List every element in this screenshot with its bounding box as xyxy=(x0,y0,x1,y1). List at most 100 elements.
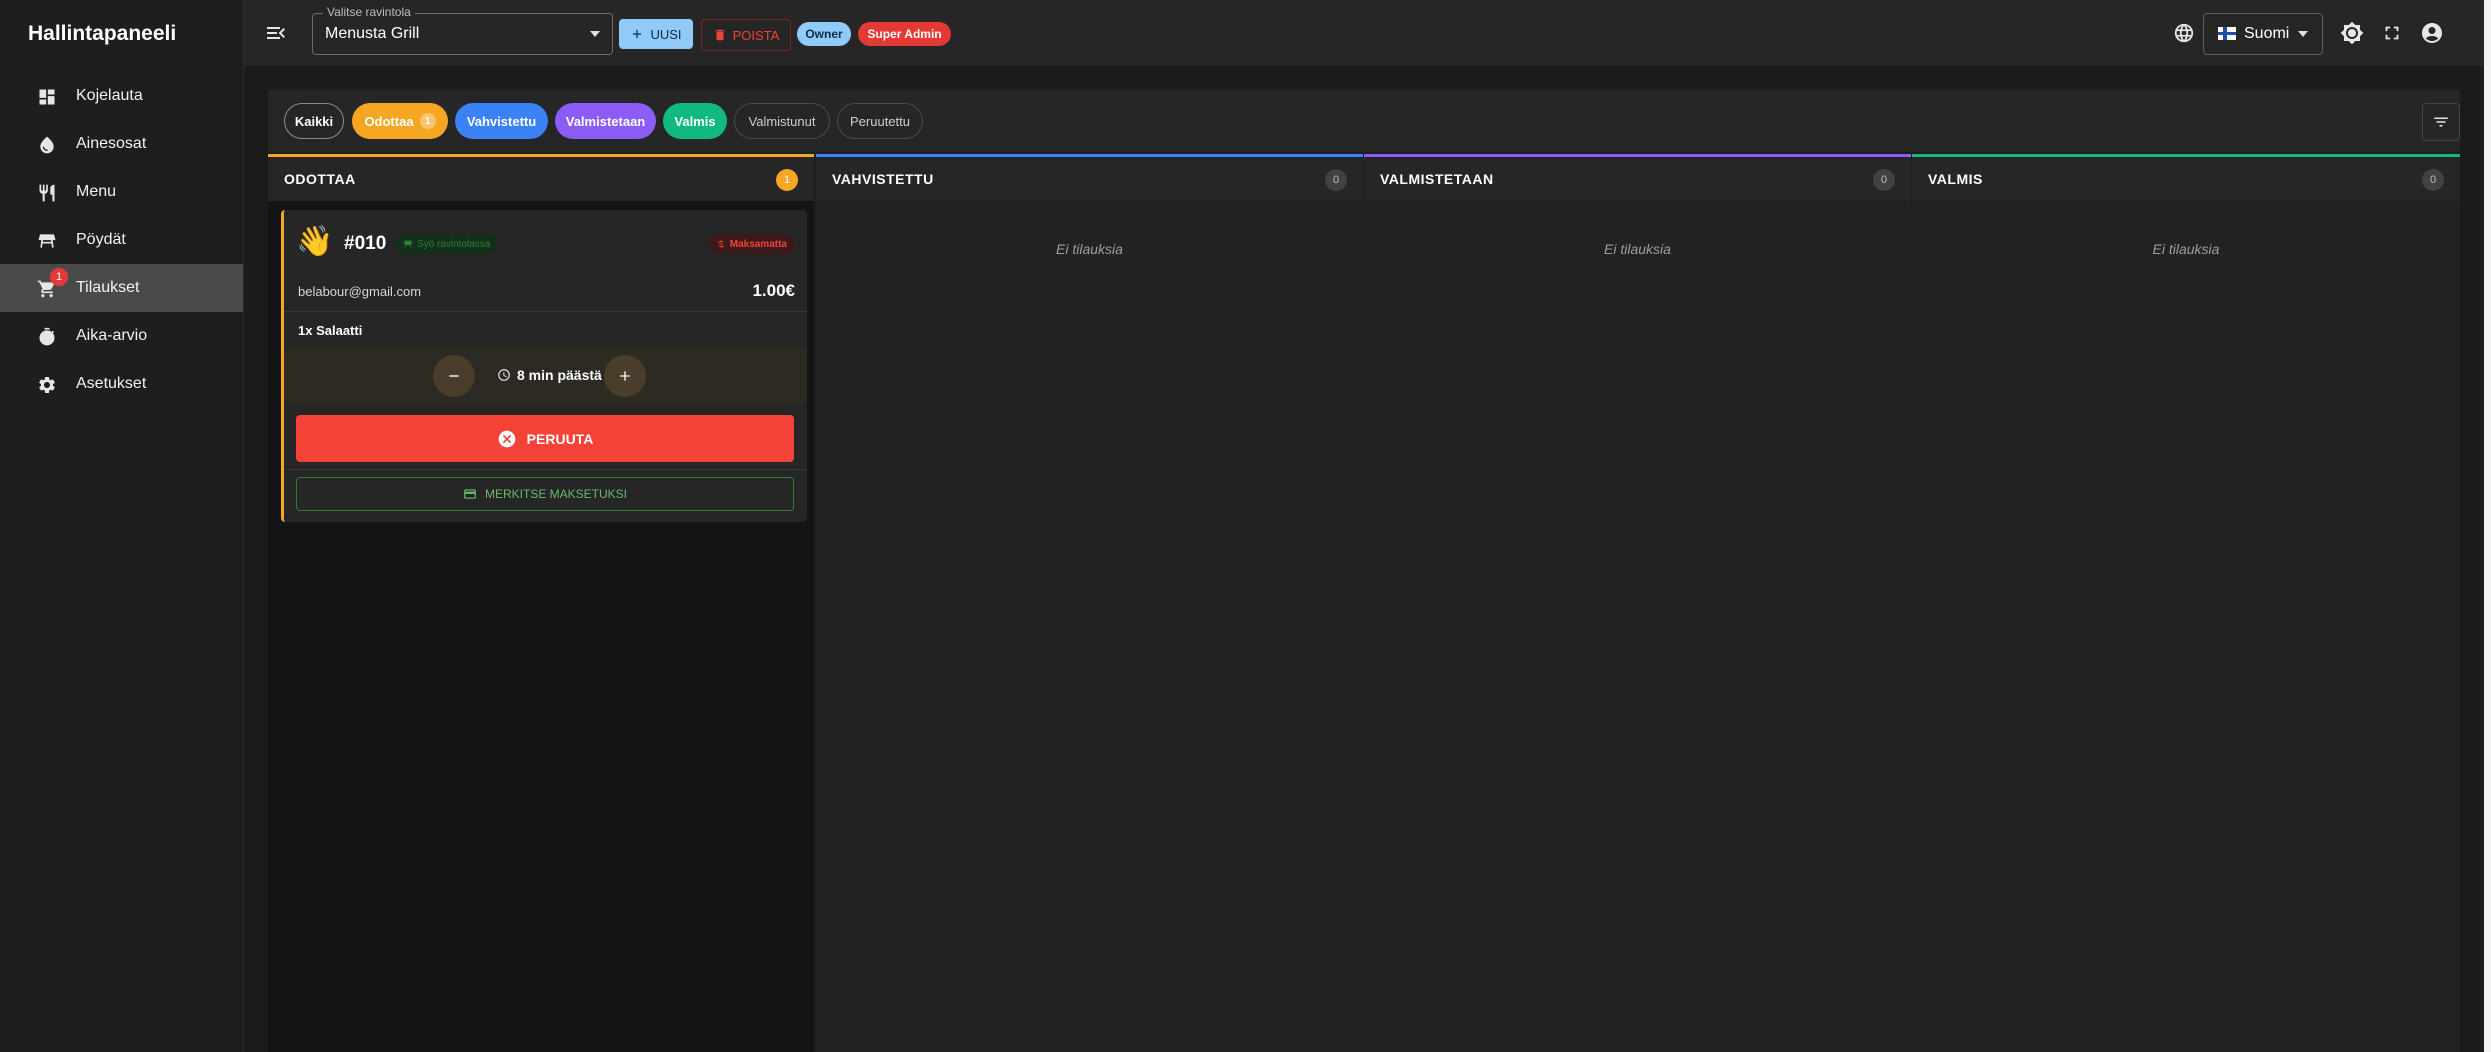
divider xyxy=(284,311,807,312)
orders-board: Kaikki Odottaa 1 Vahvistettu Valmistetaa… xyxy=(268,90,2460,1052)
cancel-icon xyxy=(498,430,516,447)
minus-icon xyxy=(449,375,459,377)
table-icon xyxy=(36,230,58,252)
chevron-down-icon xyxy=(2298,31,2308,37)
sidebar-item-tilaukset[interactable]: 1 Tilaukset xyxy=(0,264,243,312)
column-header: VALMISTETAAN 0 xyxy=(1364,157,1911,201)
status-filter-bar: Kaikki Odottaa 1 Vahvistettu Valmistetaa… xyxy=(268,90,2460,152)
empty-state: Ei tilauksia xyxy=(2152,241,2220,257)
filter-chip-valmistunut[interactable]: Valmistunut xyxy=(734,103,830,139)
column-count-badge: 0 xyxy=(1873,169,1895,191)
filter-icon xyxy=(2434,117,2448,127)
dine-in-label: Syö ravintolassa xyxy=(417,238,491,250)
finland-flag-icon xyxy=(2218,27,2236,40)
mark-paid-label: MERKITSE MAKSETUKSI xyxy=(484,487,628,501)
column-header: VALMIS 0 xyxy=(1912,157,2460,201)
unpaid-badge: Maksamatta xyxy=(707,234,795,254)
increase-time-button[interactable] xyxy=(604,355,646,397)
order-item: 1x Salaatti xyxy=(298,323,363,338)
sidebar-item-label: Pöydät xyxy=(76,231,126,248)
empty-state: Ei tilauksia xyxy=(1056,241,1123,257)
language-select-value: Suomi xyxy=(2244,25,2290,42)
column-vahvistettu: VAHVISTETTU 0 Ei tilauksia xyxy=(816,154,1363,1052)
money-off-icon xyxy=(717,240,725,248)
column-body: Ei tilauksia xyxy=(1912,201,2460,1052)
new-restaurant-button[interactable]: UUSI xyxy=(619,19,693,49)
order-card[interactable]: 👋 #010 Syö ravintolassa Maksamatta belab… xyxy=(281,210,807,522)
dashboard-icon xyxy=(36,86,58,108)
cancel-order-button[interactable]: PERUUTA xyxy=(296,415,794,462)
empty-state: Ei tilauksia xyxy=(1604,241,1671,257)
chevron-down-icon xyxy=(590,31,600,37)
time-estimate-row: 8 min päästä xyxy=(284,347,807,404)
time-estimate-label: 8 min päästä xyxy=(517,367,602,383)
sidebar-item-label: Ainesosat xyxy=(76,135,147,152)
restaurant-select-label: Valitse ravintola xyxy=(323,5,415,19)
column-valmistetaan: VALMISTETAAN 0 Ei tilauksia xyxy=(1364,154,1911,1052)
timer-icon xyxy=(36,326,58,348)
filter-chip-valmistetaan[interactable]: Valmistetaan xyxy=(555,103,656,139)
gear-icon xyxy=(36,374,58,396)
sidebar-item-label: Kojelauta xyxy=(76,87,143,104)
new-button-label: UUSI xyxy=(650,26,682,42)
order-number: #010 xyxy=(344,233,387,254)
customer-email: belabour@gmail.com xyxy=(298,284,422,299)
payment-status-label: Maksamatta xyxy=(729,238,787,250)
filter-chip-peruutettu[interactable]: Peruutettu xyxy=(837,103,923,139)
column-title: VAHVISTETTU xyxy=(832,171,934,187)
decrease-time-button[interactable] xyxy=(433,355,475,397)
filter-chip-kaikki[interactable]: Kaikki xyxy=(284,103,344,139)
filter-chip-vahvistettu[interactable]: Vahvistettu xyxy=(455,103,548,139)
sidebar-item-label: Tilaukset xyxy=(76,279,140,296)
globe-icon[interactable] xyxy=(2172,21,2196,45)
language-select[interactable]: Suomi xyxy=(2203,13,2323,55)
restaurant-select-value: Menusta Grill xyxy=(325,25,420,42)
sidebar-item-kojelauta[interactable]: Kojelauta xyxy=(0,72,243,120)
sidebar-item-menu[interactable]: Menu xyxy=(0,168,243,216)
fullscreen-icon[interactable] xyxy=(2380,21,2404,45)
credit-card-icon xyxy=(464,489,476,499)
column-count-badge: 0 xyxy=(1325,169,1347,191)
waving-hand-emoji: 👋 xyxy=(296,225,334,258)
divider xyxy=(284,469,807,470)
filter-button[interactable] xyxy=(2422,103,2460,141)
column-header: ODOTTAA 1 xyxy=(268,157,814,201)
menu-collapse-icon[interactable] xyxy=(264,21,288,45)
sidebar-item-label: Asetukset xyxy=(76,375,147,392)
clock-icon xyxy=(498,369,510,381)
main-content: Kaikki Odottaa 1 Vahvistettu Valmistetaa… xyxy=(244,67,2484,1052)
sidebar-item-label: Menu xyxy=(76,183,117,200)
sidebar-item-asetukset[interactable]: Asetukset xyxy=(0,360,243,408)
column-valmis: VALMIS 0 Ei tilauksia xyxy=(1912,154,2460,1052)
filter-chip-label: Odottaa xyxy=(364,113,414,129)
restaurant-select[interactable]: Valitse ravintola Menusta Grill xyxy=(312,5,613,55)
window-edge xyxy=(2484,0,2491,1052)
column-title: VALMISTETAAN xyxy=(1380,171,1494,187)
top-bar: Valitse ravintola Menusta Grill UUSI POI… xyxy=(244,0,2484,67)
mark-paid-button[interactable]: MERKITSE MAKSETUKSI xyxy=(296,477,794,511)
column-header: VAHVISTETTU 0 xyxy=(816,157,1363,201)
dine-in-badge: Syö ravintolassa xyxy=(395,234,499,254)
column-body: Ei tilauksia xyxy=(1364,201,1911,1052)
column-body: Ei tilauksia xyxy=(816,201,1363,1052)
column-title: VALMIS xyxy=(1928,171,1983,187)
plus-icon xyxy=(620,371,630,381)
brightness-icon[interactable] xyxy=(2340,21,2364,45)
role-badge-super-admin: Super Admin xyxy=(858,22,951,46)
cancel-order-label: PERUUTA xyxy=(526,430,594,447)
filter-chip-label: Kaikki xyxy=(294,113,334,129)
sidebar: Hallintapaneeli Kojelauta Ainesosat Menu xyxy=(0,0,244,1052)
delete-restaurant-button[interactable]: POISTA xyxy=(701,19,791,51)
sidebar-item-aika-arvio[interactable]: Aika-arvio xyxy=(0,312,243,360)
sidebar-nav: Kojelauta Ainesosat Menu Pöydät 1 Tilauk… xyxy=(0,72,243,408)
account-icon[interactable] xyxy=(2420,21,2444,45)
sidebar-item-ainesosat[interactable]: Ainesosat xyxy=(0,120,243,168)
time-estimate: 8 min päästä xyxy=(497,367,602,383)
column-count-badge: 0 xyxy=(2422,169,2444,191)
filter-chip-label: Vahvistettu xyxy=(466,113,537,129)
filter-chip-valmis[interactable]: Valmis xyxy=(663,103,727,139)
sidebar-title: Hallintapaneeli xyxy=(28,22,177,45)
filter-chip-odottaa[interactable]: Odottaa 1 xyxy=(352,103,448,139)
sidebar-item-poydat[interactable]: Pöydät xyxy=(0,216,243,264)
restaurant-icon xyxy=(36,182,58,204)
